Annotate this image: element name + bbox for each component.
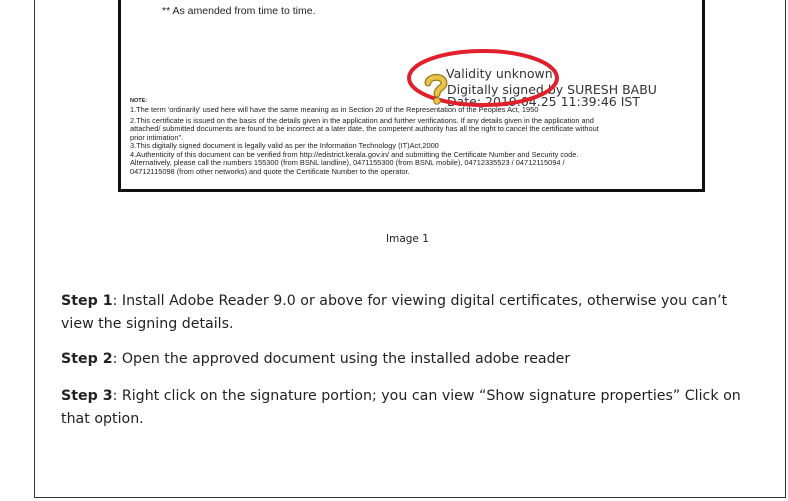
note-line: attached/ submitted documents are found …: [130, 124, 599, 133]
step-label: Step 2: [61, 351, 113, 367]
step-text: : Install Adobe Reader 9.0 or above for …: [61, 293, 728, 332]
step-label: Step 1: [61, 293, 113, 309]
note-line: 04712115098 (from other networks) and qu…: [130, 167, 410, 176]
step-2-paragraph: Step 2: Open the approved document using…: [61, 348, 741, 371]
step-1-paragraph: Step 1: Install Adobe Reader 9.0 or abov…: [61, 290, 741, 336]
amended-note: ** As amended from time to time.: [162, 5, 316, 17]
step-3-paragraph: Step 3: Right click on the signature por…: [61, 385, 741, 431]
question-mark-icon[interactable]: [422, 73, 450, 105]
note-label: NOTE:: [130, 98, 148, 104]
image-caption: Image 1: [386, 233, 429, 245]
step-label: Step 3: [61, 388, 113, 404]
step-text: : Right click on the signature portion; …: [61, 388, 741, 427]
step-text: : Open the approved document using the i…: [112, 351, 571, 367]
